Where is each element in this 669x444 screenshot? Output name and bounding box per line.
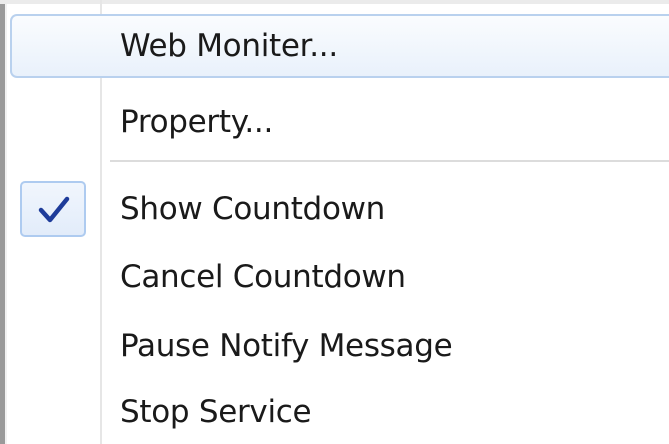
menu-separator-highlight	[110, 162, 669, 164]
menu-item-label: Stop Service	[120, 394, 312, 430]
menu-item-label: Web Moniter...	[120, 28, 338, 64]
menu-item-property[interactable]: Property...	[10, 92, 669, 152]
menu-item-show-countdown[interactable]: Show Countdown	[10, 179, 669, 239]
context-menu: Web Moniter... Property... Show Countdow…	[0, 0, 669, 444]
menu-left-border-inner	[5, 0, 7, 444]
menu-item-label: Pause Notify Message	[120, 328, 453, 364]
menu-item-label: Cancel Countdown	[120, 259, 406, 295]
menu-item-pause-notify-message[interactable]: Pause Notify Message	[10, 316, 669, 376]
menu-item-cancel-countdown[interactable]: Cancel Countdown	[10, 247, 669, 307]
menu-item-label: Show Countdown	[120, 191, 386, 227]
menu-item-stop-service[interactable]: Stop Service	[10, 382, 669, 442]
menu-item-web-moniter[interactable]: Web Moniter...	[10, 14, 669, 78]
menu-item-label: Property...	[120, 104, 274, 140]
